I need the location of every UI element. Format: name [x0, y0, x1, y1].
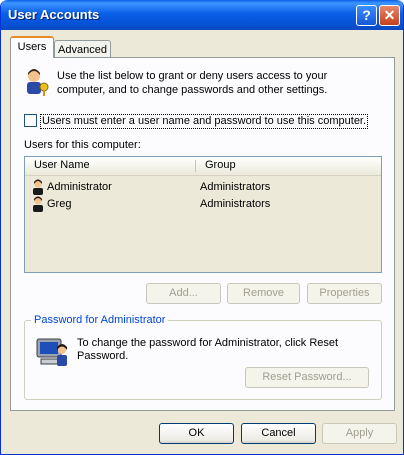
password-instructions: To change the password for Administrator… [77, 337, 339, 362]
users-list-label: Users for this computer: [24, 139, 141, 151]
user-accounts-window: User Accounts ? ✕ Users Advanced Use the… [0, 0, 404, 455]
column-header-group[interactable]: Group [196, 157, 381, 174]
list-header: User Name Group [25, 157, 381, 176]
group-cell: Administrators [200, 198, 271, 210]
help-button[interactable]: ? [356, 5, 377, 26]
password-group-title: Password for Administrator [31, 314, 169, 326]
require-login-checkbox[interactable] [24, 114, 37, 127]
column-header-user-name[interactable]: User Name [25, 157, 195, 174]
tab-advanced-label: Advanced [58, 44, 107, 56]
table-row[interactable]: Greg Administrators [25, 196, 381, 212]
user-name-cell: Greg [47, 198, 72, 210]
users-keys-icon [27, 69, 49, 96]
add-user-button[interactable]: Add... [146, 283, 221, 304]
ok-button[interactable]: OK [159, 423, 234, 444]
user-icon [33, 196, 43, 212]
tab-users[interactable]: Users [10, 36, 54, 58]
tab-users-label: Users [17, 41, 47, 53]
cancel-button[interactable]: Cancel [241, 423, 316, 444]
title-bar[interactable]: User Accounts ? ✕ [1, 0, 403, 30]
user-name-cell: Administrator [47, 181, 112, 193]
require-login-label[interactable]: Users must enter a user name and passwor… [40, 114, 369, 129]
users-listview[interactable]: User Name Group Administrator Administra… [24, 156, 382, 273]
intro-text: Use the list below to grant or deny user… [57, 70, 328, 96]
remove-user-button[interactable]: Remove [227, 283, 300, 304]
computer-user-icon [36, 338, 67, 366]
window-title: User Accounts [8, 7, 100, 22]
group-cell: Administrators [200, 181, 271, 193]
user-icon [33, 179, 43, 195]
close-button[interactable]: ✕ [379, 5, 400, 26]
table-row[interactable]: Administrator Administrators [25, 179, 381, 195]
apply-button[interactable]: Apply [322, 423, 397, 444]
reset-password-button[interactable]: Reset Password... [245, 367, 369, 388]
require-login-label-text: Users must enter a user name and passwor… [42, 115, 367, 127]
properties-button[interactable]: Properties [307, 283, 382, 304]
